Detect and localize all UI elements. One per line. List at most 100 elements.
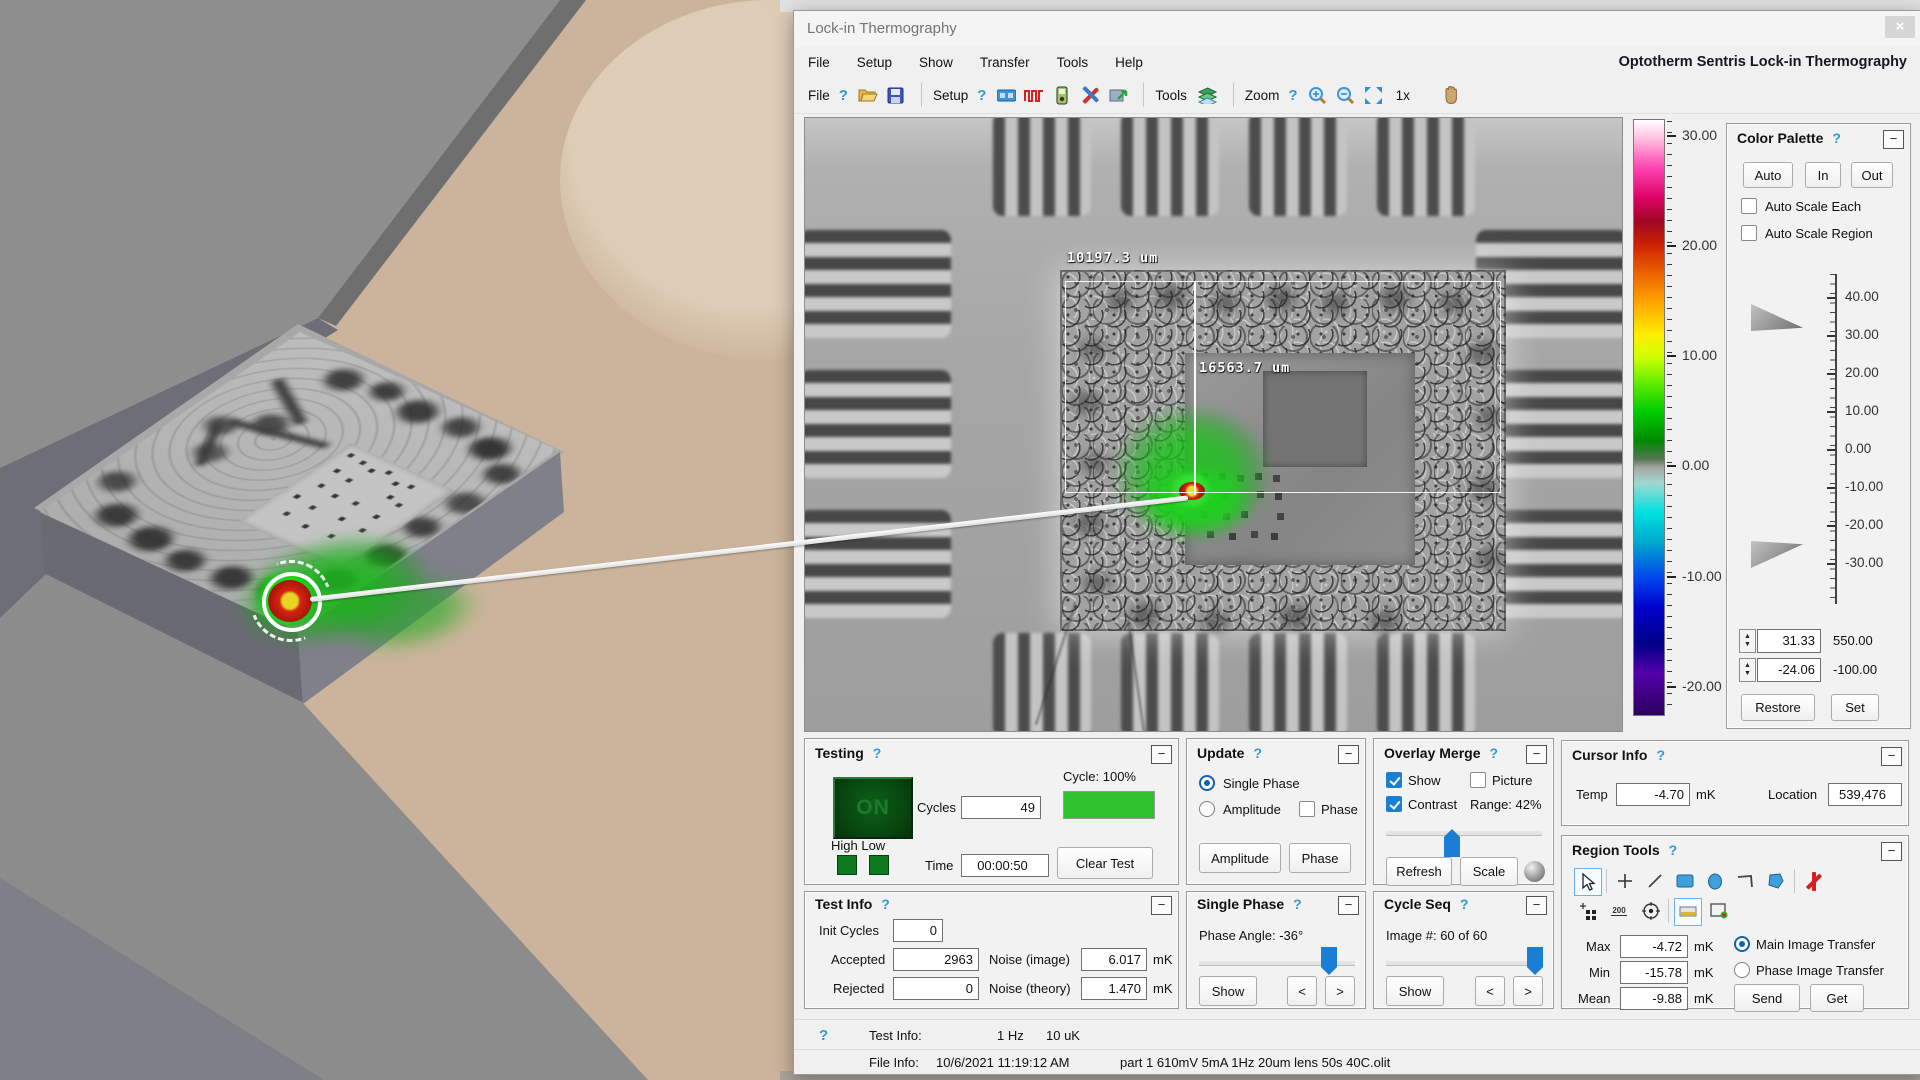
- clear-test-button[interactable]: Clear Test: [1057, 847, 1153, 879]
- contrast-checkbox[interactable]: [1386, 796, 1402, 812]
- minimize-button[interactable]: −: [1881, 747, 1902, 766]
- image-transfer-setup-icon[interactable]: [1108, 85, 1128, 105]
- phase-next-button[interactable]: >: [1325, 976, 1355, 1006]
- show-phase-button[interactable]: Show: [1199, 976, 1257, 1006]
- line-profile-tool[interactable]: [1674, 898, 1702, 926]
- open-file-icon[interactable]: [858, 85, 878, 105]
- time-field[interactable]: 00:00:50: [961, 854, 1049, 877]
- help-icon[interactable]: ?: [839, 87, 848, 104]
- cycle-next-button[interactable]: >: [1513, 976, 1543, 1006]
- center-point-tool[interactable]: [1638, 898, 1664, 924]
- help-icon[interactable]: ?: [1293, 896, 1302, 912]
- phase-prev-button[interactable]: <: [1287, 976, 1317, 1006]
- help-icon[interactable]: ?: [873, 745, 882, 761]
- cycles-field[interactable]: 49: [961, 796, 1041, 819]
- menu-file[interactable]: File: [808, 55, 830, 70]
- tools-setup-icon[interactable]: [1080, 85, 1100, 105]
- lower-value-field[interactable]: -24.06: [1757, 658, 1821, 682]
- minimize-button[interactable]: −: [1883, 130, 1904, 149]
- cycle-prev-button[interactable]: <: [1475, 976, 1505, 1006]
- minimize-button[interactable]: −: [1526, 896, 1547, 915]
- ellipse-tool[interactable]: [1702, 868, 1728, 894]
- amplitude-button[interactable]: Amplitude: [1199, 843, 1281, 873]
- waveform-setup-icon[interactable]: [1024, 85, 1044, 105]
- polygon-tool[interactable]: [1762, 868, 1788, 894]
- close-button[interactable]: ×: [1885, 16, 1915, 38]
- upper-limit-handle[interactable]: [1751, 304, 1803, 331]
- camera-setup-icon[interactable]: [996, 85, 1016, 105]
- range-slider-track[interactable]: [1386, 831, 1542, 836]
- save-icon[interactable]: [886, 85, 906, 105]
- help-icon[interactable]: ?: [1253, 745, 1262, 761]
- get-button[interactable]: Get: [1810, 984, 1864, 1012]
- minimize-button[interactable]: −: [1151, 745, 1172, 764]
- lower-limit-handle[interactable]: [1751, 541, 1803, 568]
- status-help-icon[interactable]: ?: [819, 1027, 828, 1044]
- phase-slider-handle[interactable]: [1321, 947, 1337, 975]
- minimize-button[interactable]: −: [1881, 842, 1902, 861]
- device-setup-icon[interactable]: [1052, 85, 1072, 105]
- init-cycles-field[interactable]: 0: [893, 919, 943, 942]
- cycle-slider-handle[interactable]: [1527, 947, 1543, 975]
- help-icon[interactable]: ?: [1460, 896, 1469, 912]
- show-checkbox[interactable]: [1386, 772, 1402, 788]
- scale-button[interactable]: Scale: [1460, 857, 1518, 886]
- main-image-transfer-radio[interactable]: [1734, 936, 1750, 952]
- picture-checkbox[interactable]: [1470, 772, 1486, 788]
- main-thermal-image[interactable]: 10197.3 um 16563.7 um: [804, 117, 1623, 732]
- show-cycle-button[interactable]: Show: [1386, 976, 1444, 1006]
- region-marker-tool[interactable]: [1706, 898, 1732, 924]
- menu-setup[interactable]: Setup: [857, 55, 892, 70]
- delete-region-tool[interactable]: [1800, 868, 1826, 894]
- minimize-button[interactable]: −: [1338, 745, 1359, 764]
- cycle-slider-track[interactable]: [1386, 961, 1543, 966]
- help-icon[interactable]: ?: [1669, 842, 1678, 858]
- help-icon[interactable]: ?: [1832, 130, 1841, 146]
- zoom-out-icon[interactable]: [1336, 85, 1356, 105]
- upper-spinner[interactable]: ▲▼: [1739, 629, 1756, 653]
- menu-help[interactable]: Help: [1115, 55, 1143, 70]
- menu-tools[interactable]: Tools: [1057, 55, 1089, 70]
- minimize-button[interactable]: −: [1151, 896, 1172, 915]
- crosshair-tool[interactable]: [1612, 868, 1638, 894]
- contrast-ball-icon[interactable]: [1524, 861, 1545, 882]
- refresh-button[interactable]: Refresh: [1386, 857, 1452, 886]
- title-bar[interactable]: Lock-in Thermography ×: [794, 11, 1920, 47]
- lower-spinner[interactable]: ▲▼: [1739, 658, 1756, 682]
- minimize-button[interactable]: −: [1338, 896, 1359, 915]
- auto-scale-region-checkbox[interactable]: [1741, 225, 1757, 241]
- move-region-tool[interactable]: [1574, 898, 1600, 924]
- amplitude-radio[interactable]: [1199, 801, 1215, 817]
- single-phase-radio[interactable]: [1199, 775, 1215, 791]
- minimize-button[interactable]: −: [1526, 745, 1547, 764]
- phase-checkbox[interactable]: [1299, 801, 1315, 817]
- rectangle-tool[interactable]: [1672, 868, 1698, 894]
- pan-hand-icon[interactable]: [1441, 85, 1461, 105]
- polyline-tool[interactable]: [1732, 868, 1758, 894]
- help-icon[interactable]: ?: [1490, 745, 1499, 761]
- auto-button[interactable]: Auto: [1743, 162, 1793, 188]
- in-button[interactable]: In: [1805, 162, 1841, 188]
- help-icon[interactable]: ?: [881, 896, 890, 912]
- out-button[interactable]: Out: [1851, 162, 1893, 188]
- set-button[interactable]: Set: [1831, 694, 1879, 721]
- phase-image-transfer-radio[interactable]: [1734, 962, 1750, 978]
- restore-button[interactable]: Restore: [1741, 694, 1815, 721]
- auto-scale-each-checkbox[interactable]: [1741, 198, 1757, 214]
- ruler-200-tool[interactable]: 200: [1606, 898, 1632, 924]
- help-icon[interactable]: ?: [977, 87, 986, 104]
- help-icon[interactable]: ?: [1656, 747, 1665, 763]
- menu-transfer[interactable]: Transfer: [980, 55, 1030, 70]
- zoom-fit-icon[interactable]: [1364, 85, 1384, 105]
- layers-icon[interactable]: [1198, 85, 1218, 105]
- cursor-tool[interactable]: [1574, 868, 1602, 896]
- phase-button[interactable]: Phase: [1289, 843, 1351, 873]
- help-icon[interactable]: ?: [1288, 87, 1297, 104]
- upper-value-field[interactable]: 31.33: [1757, 629, 1821, 653]
- line-tool[interactable]: [1642, 868, 1668, 894]
- zoom-in-icon[interactable]: [1308, 85, 1328, 105]
- panel-title: Region Tools?: [1572, 842, 1677, 858]
- menu-show[interactable]: Show: [919, 55, 953, 70]
- colorbar[interactable]: [1633, 119, 1665, 716]
- send-button[interactable]: Send: [1734, 984, 1800, 1012]
